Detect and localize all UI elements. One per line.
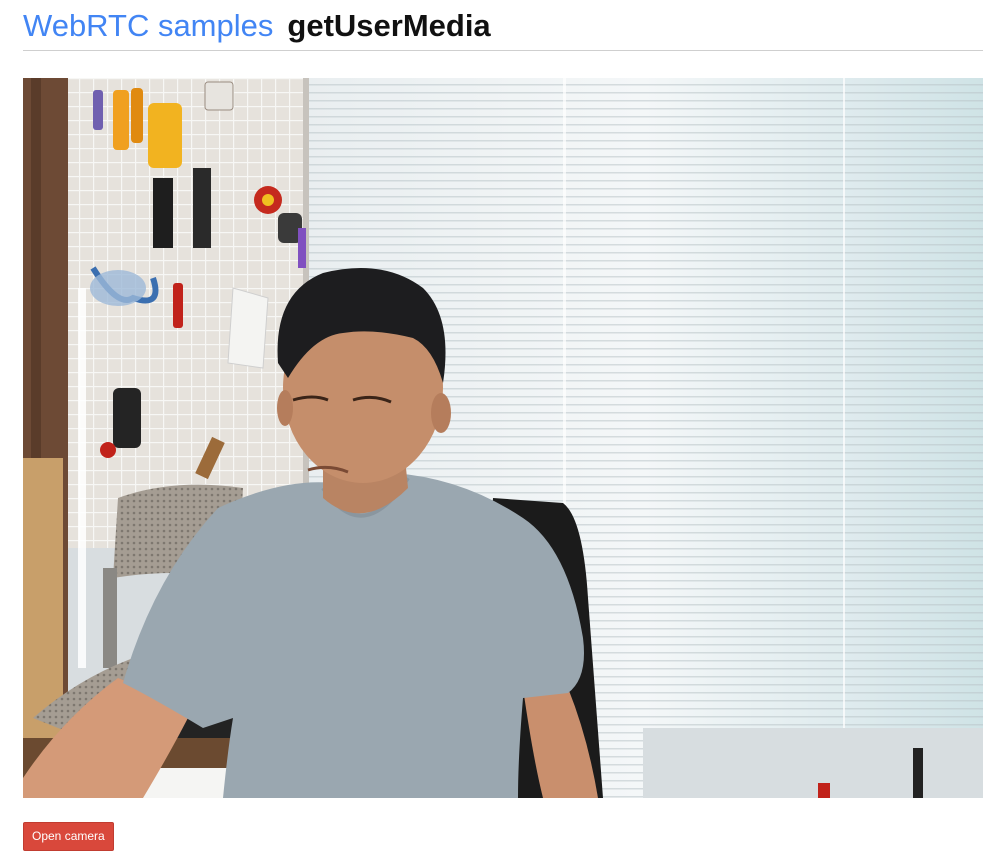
webrtc-samples-link[interactable]: WebRTC samples <box>23 8 273 43</box>
page-title: getUserMedia <box>287 8 491 43</box>
camera-frame <box>23 78 983 798</box>
open-camera-button[interactable]: Open camera <box>23 822 114 851</box>
camera-video <box>23 78 983 798</box>
page-header: WebRTC samples getUserMedia <box>23 0 983 51</box>
header-title: WebRTC samples getUserMedia <box>23 6 491 46</box>
